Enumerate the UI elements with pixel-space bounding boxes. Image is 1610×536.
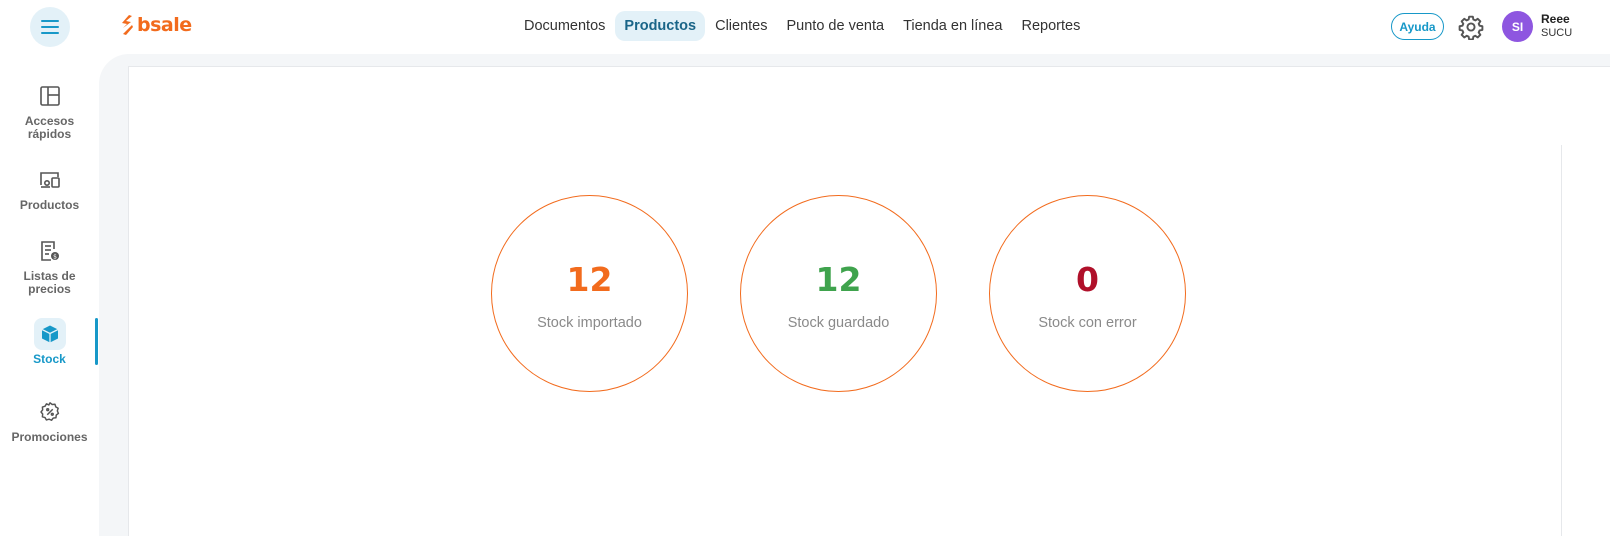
bsale-logo-icon: [122, 15, 133, 35]
stat-label: Stock importado: [537, 315, 642, 331]
stat-value: 12: [815, 260, 862, 299]
nav-documentos[interactable]: Documentos: [515, 11, 614, 41]
bsale-logo[interactable]: bsale: [120, 14, 192, 36]
stat-stock-guardado: 12 Stock guardado: [740, 195, 937, 392]
sidebar-item-label: Listas de precios: [23, 269, 76, 296]
nav-clientes[interactable]: Clientes: [706, 11, 776, 41]
sidebar-item-promociones[interactable]: Promociones: [0, 396, 99, 444]
sidebar-item-stock[interactable]: Stock: [0, 318, 99, 366]
logo-text: bsale: [137, 14, 192, 36]
nav-productos[interactable]: Productos: [615, 11, 706, 41]
help-button[interactable]: Ayuda: [1391, 13, 1444, 40]
user-branch: SUCU: [1541, 27, 1573, 39]
stat-label: Stock guardado: [787, 315, 890, 331]
nav-punto-de-venta[interactable]: Punto de venta: [778, 11, 894, 41]
hamburger-menu-button[interactable]: [30, 7, 70, 47]
user-avatar[interactable]: SI: [1502, 11, 1533, 42]
main-nav: Documentos Productos Clientes Punto de v…: [515, 11, 1090, 41]
discount-badge-icon: [34, 396, 66, 428]
sidebar-item-accesos-rapidos[interactable]: Accesos rápidos: [0, 80, 99, 141]
sidebar-item-label: Productos: [19, 198, 80, 212]
user-name[interactable]: Reee: [1541, 12, 1570, 26]
stat-value: 12: [566, 260, 613, 299]
stat-stock-con-error: 0 Stock con error: [989, 195, 1186, 392]
sidebar-item-label: Accesos rápidos: [24, 114, 75, 141]
box-icon: [33, 318, 66, 350]
divider: [1561, 145, 1562, 536]
top-bar: bsale Documentos Productos Clientes Punt…: [0, 0, 1610, 54]
sidebar-item-productos[interactable]: Productos: [0, 164, 99, 212]
gear-icon[interactable]: [1458, 14, 1484, 40]
sidebar-item-label: Stock: [33, 352, 66, 366]
devices-icon: [34, 164, 66, 196]
layout-icon: [34, 80, 66, 112]
stat-label: Stock con error: [1038, 315, 1137, 331]
stat-value: 0: [1076, 260, 1099, 299]
sidebar-item-label: Promociones: [11, 430, 88, 444]
sidebar-item-listas-de-precios[interactable]: $ Listas de precios: [0, 235, 99, 296]
svg-text:$: $: [53, 254, 57, 261]
hamburger-icon: [41, 20, 59, 34]
nav-reportes[interactable]: Reportes: [1013, 11, 1090, 41]
active-indicator: [95, 318, 98, 365]
stat-stock-importado: 12 Stock importado: [491, 195, 688, 392]
price-list-icon: $: [34, 235, 66, 267]
nav-tienda-en-linea[interactable]: Tienda en línea: [894, 11, 1011, 41]
sidebar: Accesos rápidos Productos $ Listas de pr…: [0, 54, 99, 536]
